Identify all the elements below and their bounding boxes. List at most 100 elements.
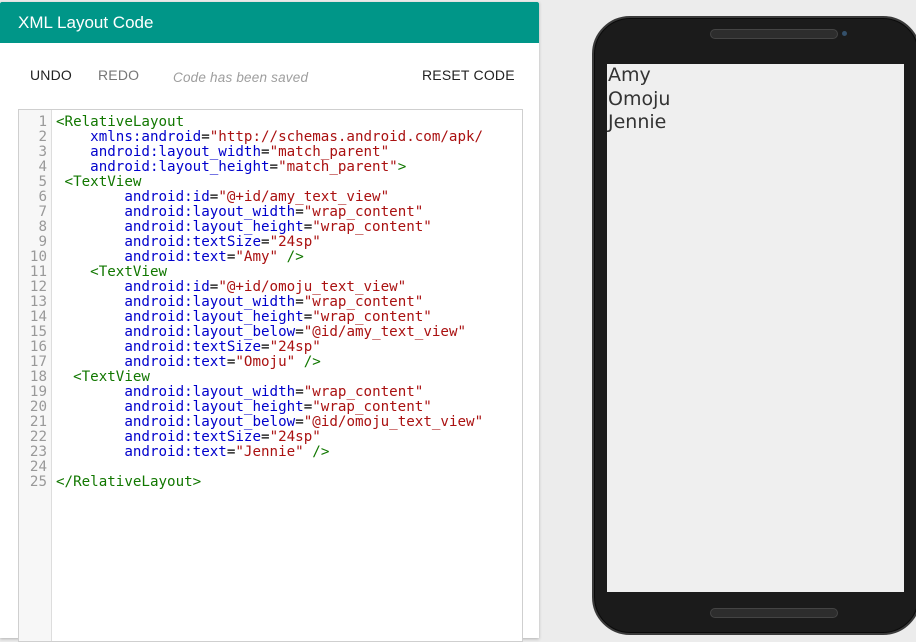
panel-title: XML Layout Code <box>0 2 539 43</box>
code-line[interactable]: 4 android:layout_height="match_parent"> <box>19 160 522 175</box>
text-view-omoju: Omoju <box>608 87 671 110</box>
code-token: android:textSize <box>124 339 262 355</box>
code-text: android:layout_below="@id/omoju_text_vie… <box>56 415 483 430</box>
code-token: "@+id/amy_text_view" <box>218 189 390 205</box>
code-token: </RelativeLayout> <box>56 474 202 490</box>
line-number: 3 <box>38 144 47 160</box>
code-token: = <box>261 144 270 160</box>
code-token: "http://schemas.android.com/apk/ <box>209 129 484 145</box>
code-token: = <box>295 294 304 310</box>
line-number: 21 <box>29 414 47 430</box>
code-token: = <box>261 234 270 250</box>
line-number: 2 <box>38 129 47 145</box>
line-number: 9 <box>38 234 47 250</box>
code-token: "Omoju" <box>235 354 296 370</box>
code-text: <TextView <box>56 265 167 280</box>
line-number: 19 <box>29 384 47 400</box>
code-line[interactable]: 23 android:text="Jennie" /> <box>19 445 522 460</box>
code-token: "@+id/omoju_text_view" <box>218 279 407 295</box>
code-token: <RelativeLayout <box>56 114 185 130</box>
line-number: 14 <box>29 309 47 325</box>
line-number: 7 <box>38 204 47 220</box>
line-number: 4 <box>38 159 47 175</box>
line-number: 22 <box>29 429 47 445</box>
code-line[interactable]: 17 android:text="Omoju" /> <box>19 355 522 370</box>
code-token: android:layout_width <box>124 204 296 220</box>
xml-code-panel: XML Layout Code UNDO REDO Code has been … <box>0 2 539 642</box>
code-token: "wrap_content" <box>303 204 424 220</box>
redo-button[interactable]: REDO <box>98 67 139 83</box>
code-line[interactable]: 24 <box>19 460 522 475</box>
line-number: 13 <box>29 294 47 310</box>
phone-speaker-bottom <box>710 608 838 618</box>
code-line[interactable]: 15 android:layout_below="@id/amy_text_vi… <box>19 325 522 340</box>
code-token: = <box>295 384 304 400</box>
code-line[interactable]: 6 android:id="@+id/amy_text_view" <box>19 190 522 205</box>
code-line[interactable]: 9 android:textSize="24sp" <box>19 235 522 250</box>
code-token: = <box>295 204 304 220</box>
code-token: /> <box>303 354 321 370</box>
code-editor[interactable]: 1 <RelativeLayout 2 xmlns:android="http://… <box>18 109 523 642</box>
code-token: /> <box>286 249 304 265</box>
code-line[interactable]: 16 android:textSize="24sp" <box>19 340 522 355</box>
code-line[interactable]: 12 android:id="@+id/omoju_text_view" <box>19 280 522 295</box>
code-line[interactable]: 7 android:layout_width="wrap_content" <box>19 205 522 220</box>
code-token: /> <box>312 444 330 460</box>
code-line[interactable]: 8 android:layout_height="wrap_content" <box>19 220 522 235</box>
code-token: android:layout_height <box>124 219 304 235</box>
reset-code-button[interactable]: RESET CODE <box>422 67 515 83</box>
code-token: android:layout_width <box>124 384 296 400</box>
phone-screen: Amy Omoju Jennie <box>607 64 904 592</box>
code-token: android:layout_below <box>124 414 296 430</box>
code-text: </RelativeLayout> <box>56 475 201 490</box>
code-token: "Amy" <box>235 249 279 265</box>
phone-speaker-top <box>710 29 838 39</box>
code-line[interactable]: 13 android:layout_width="wrap_content" <box>19 295 522 310</box>
code-line[interactable]: 18 <TextView <box>19 370 522 385</box>
code-token: = <box>295 414 304 430</box>
code-token: android:text <box>124 249 227 265</box>
text-view-jennie: Jennie <box>608 111 667 133</box>
code-token: xmlns:android <box>90 129 202 145</box>
undo-button[interactable]: UNDO <box>30 67 72 83</box>
code-line[interactable]: 25 </RelativeLayout> <box>19 475 522 490</box>
editor-toolbar: UNDO REDO Code has been saved RESET CODE <box>0 43 539 108</box>
line-number: 15 <box>29 324 47 340</box>
code-line[interactable]: 10 android:text="Amy" /> <box>19 250 522 265</box>
code-token: android:text <box>124 354 227 370</box>
line-number: 12 <box>29 279 47 295</box>
code-line[interactable]: 19 android:layout_width="wrap_content" <box>19 385 522 400</box>
code-token: "wrap_content" <box>303 294 424 310</box>
code-line[interactable]: 14 android:layout_height="wrap_content" <box>19 310 522 325</box>
code-text: android:layout_width="match_parent" <box>56 145 389 160</box>
code-line[interactable]: 3 android:layout_width="match_parent" <box>19 145 522 160</box>
code-text: android:text="Omoju" /> <box>56 354 321 370</box>
code-token: <TextView <box>73 369 150 385</box>
code-line[interactable]: 2 xmlns:android="http://schemas.android.… <box>19 130 522 145</box>
code-line[interactable]: 21 android:layout_below="@id/omoju_text_… <box>19 415 522 430</box>
code-line[interactable]: 1 <RelativeLayout <box>19 115 522 130</box>
line-number: 17 <box>29 354 47 370</box>
code-line[interactable]: 5 <TextView <box>19 175 522 190</box>
code-line[interactable]: 11 <TextView <box>19 265 522 280</box>
code-line[interactable]: 22 android:textSize="24sp" <box>19 430 522 445</box>
code-line[interactable]: 20 android:layout_height="wrap_content" <box>19 400 522 415</box>
code-token: android:layout_height <box>124 399 304 415</box>
line-number: 10 <box>29 249 47 265</box>
code-lines[interactable]: 1 <RelativeLayout 2 xmlns:android="http://… <box>19 115 522 490</box>
code-token: android:layout_height <box>124 309 304 325</box>
